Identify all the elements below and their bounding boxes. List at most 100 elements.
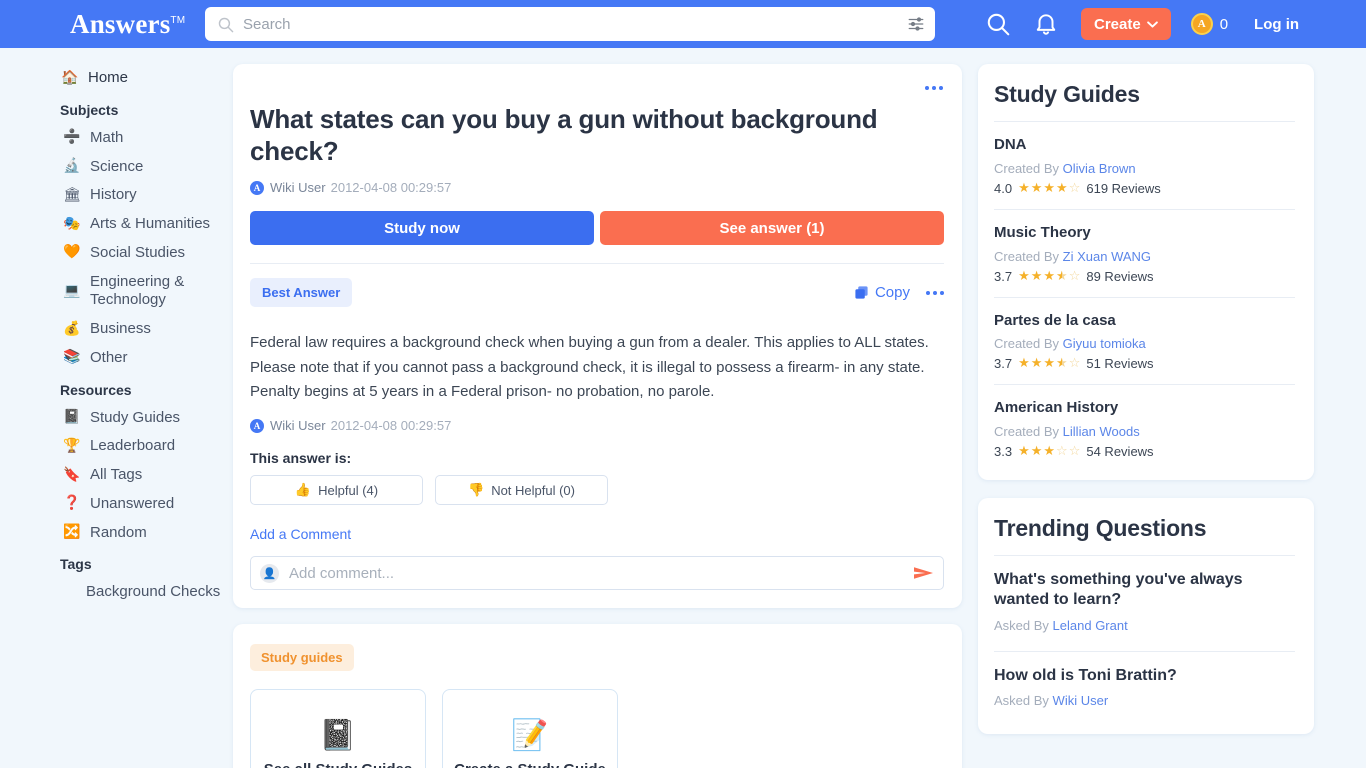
send-icon[interactable] [914,565,933,581]
study-now-button[interactable]: Study now [250,211,594,246]
notifications-bell-icon[interactable] [1033,11,1059,37]
answer-byline: A Wiki User 2012-04-08 00:29:57 [250,418,944,433]
sidebar-item-label: Study Guides [90,408,181,426]
sidebar-item-study-guides[interactable]: 📓 Study Guides [0,404,232,433]
add-a-comment-link[interactable]: Add a Comment [250,526,351,542]
sidebar-item-leaderboard[interactable]: 🏆 Leaderboard [0,432,232,461]
trending-question-title: How old is Toni Brattin? [994,666,1177,684]
chevron-down-icon [1146,20,1158,28]
sidebar-tag-background-checks[interactable]: Background Checks [0,578,232,605]
sidebar-item-history[interactable]: 🏛 History [0,181,232,210]
study-guide-author-line: Created By Zi Xuan WANG [994,249,1295,264]
list-item[interactable]: What's something you've always wanted to… [994,556,1295,651]
study-guide-author-line: Created By Lillian Woods [994,424,1295,439]
not-helpful-button[interactable]: 👎 Not Helpful (0) [435,475,608,506]
avatar: A [250,418,264,433]
study-guide-rating: 4.0 ★ ★ ★ ★ ☆ 619 Reviews [994,181,1295,196]
sidebar-item-label: Math [90,128,124,146]
sidebar-item-business[interactable]: 💰 Business [0,315,232,344]
list-item[interactable]: How old is Toni Brattin? Asked By Wiki U… [994,652,1295,726]
rating-value: 3.7 [994,356,1013,372]
memo-icon: 📝 [511,718,549,754]
answer-date: 2012-04-08 00:29:57 [330,418,452,434]
trending-question-author[interactable]: Leland Grant [1053,618,1128,633]
create-a-study-guide-card[interactable]: 📝 Create a Study Guide [442,689,618,768]
study-guide-name: Music Theory [994,223,1091,241]
sidebar-item-math[interactable]: ➗ Math [0,124,232,153]
created-by-label: Created By [994,248,1060,264]
list-item[interactable]: Music Theory Created By Zi Xuan WANG 3.7… [994,210,1295,297]
list-item[interactable]: American History Created By Lillian Wood… [994,385,1295,472]
study-guide-author[interactable]: Zi Xuan WANG [1063,249,1151,264]
answer-header: Best Answer Copy [250,278,944,308]
site-logo[interactable]: AnswersTM [0,9,205,40]
study-guides-panel: Study Guides DNA Created By Olivia Brown… [978,64,1314,480]
star-rating-icon: ★ ★ ★ ★ ☆ [1018,180,1081,196]
bookmark-icon: 🔖 [63,466,81,483]
created-by-label: Created By [994,160,1060,176]
star-rating-icon: ★ ★ ★ ★ ☆ [1018,268,1081,284]
question-actions: Study now See answer (1) [250,211,944,246]
sidebar-item-unanswered[interactable]: ❓ Unanswered [0,490,232,519]
comment-input-bar[interactable]: 👤 [250,556,944,591]
sidebar-item-label: History [90,186,137,204]
sidebar-item-arts-humanities[interactable]: 🎭 Arts & Humanities [0,210,232,239]
asked-by-label: Asked By [994,617,1049,633]
answer-author[interactable]: Wiki User [270,418,326,433]
left-sidebar: 🏠 Home Subjects ➗ Math 🔬 Science 🏛 Histo… [0,48,232,768]
question-mark-icon: ❓ [63,495,81,512]
study-guide-author[interactable]: Lillian Woods [1063,424,1140,439]
trending-question-author[interactable]: Wiki User [1053,693,1109,708]
trending-question-author-line: Asked By Leland Grant [994,618,1295,633]
create-button-label: Create [1094,15,1141,33]
vote-buttons: 👍 Helpful (4) 👎 Not Helpful (0) [250,475,944,506]
sidebar-item-label: Social Studies [90,243,186,261]
create-button[interactable]: Create [1081,8,1171,40]
login-button[interactable]: Log in [1254,16,1299,33]
trademark-mark: TM [170,14,186,26]
study-guide-rating: 3.7 ★ ★ ★ ★ ☆ 89 Reviews [994,269,1295,284]
sidebar-item-science[interactable]: 🔬 Science [0,153,232,182]
answer-tools: Copy [854,284,944,301]
trending-questions-panel-title: Trending Questions [994,515,1207,541]
list-item[interactable]: Partes de la casa Created By Giyuu tomio… [994,298,1295,385]
study-guides-tag: Study guides [250,644,354,672]
sidebar-item-all-tags[interactable]: 🔖 All Tags [0,461,232,490]
thumbs-down-icon: 👎 [468,482,485,498]
sidebar-item-home[interactable]: 🏠 Home [0,64,232,93]
search-bar[interactable] [205,7,935,41]
home-icon: 🏠 [61,69,79,86]
created-by-label: Created By [994,424,1060,439]
sidebar-item-label: Leaderboard [90,437,176,455]
comment-input[interactable] [279,564,914,582]
list-item[interactable]: DNA Created By Olivia Brown 4.0 ★ ★ ★ ★ ☆ 61… [994,122,1295,209]
coin-balance[interactable]: A 0 [1190,13,1228,35]
star-rating-icon: ★ ★ ★ ☆ ☆ [1018,444,1081,459]
rating-value: 4.0 [994,180,1013,196]
search-toggle-icon[interactable] [985,11,1011,37]
avatar: 👤 [260,563,279,583]
sidebar-heading-tags: Tags [60,556,92,573]
question-author[interactable]: Wiki User [270,180,326,195]
see-answer-button[interactable]: See answer (1) [600,211,944,246]
sidebar-item-other[interactable]: 📚 Other [0,344,232,373]
question-more-options-icon[interactable] [925,86,943,90]
sidebar-item-engineering-technology[interactable]: 💻 Engineering & Technology [0,268,232,316]
review-count: 89 Reviews [1086,268,1154,284]
copy-button[interactable]: Copy [854,284,910,301]
top-header: AnswersTM Create A 0 Log in [0,0,1366,48]
thumbs-up-icon: 👍 [294,482,312,498]
copy-label: Copy [874,284,910,302]
helpful-button[interactable]: 👍 Helpful (4) [250,475,423,506]
best-answer-badge: Best Answer [250,278,353,308]
heart-icon: 🧡 [63,244,81,261]
see-all-study-guides-card[interactable]: 📓 See all Study Guides [250,689,426,768]
filter-icon[interactable] [907,15,925,33]
search-input[interactable] [234,15,907,33]
sidebar-item-social-studies[interactable]: 🧡 Social Studies [0,239,232,268]
sidebar-item-random[interactable]: 🔀 Random [0,519,232,548]
trending-question-author-line: Asked By Wiki User [994,693,1295,708]
answer-more-options-icon[interactable] [926,290,944,295]
study-guide-author[interactable]: Giyuu tomioka [1063,336,1146,351]
study-guide-author[interactable]: Olivia Brown [1063,161,1136,176]
